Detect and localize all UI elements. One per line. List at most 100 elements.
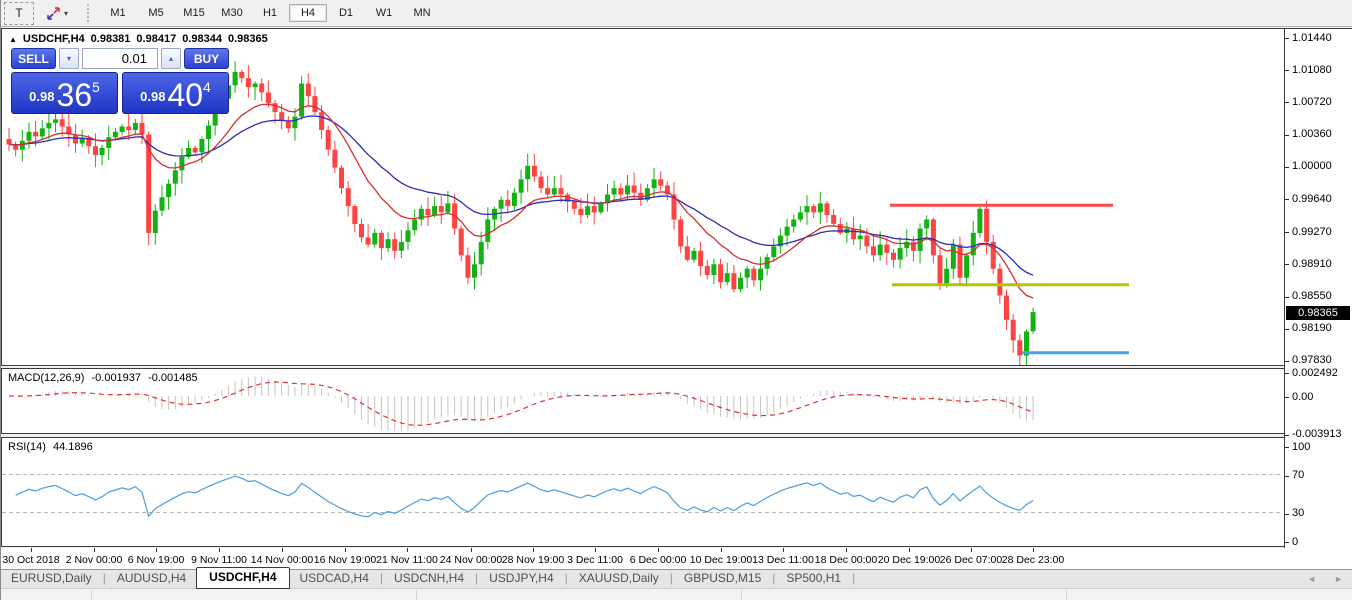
candle-body xyxy=(153,211,158,233)
time-tick-label: 6 Dec 00:00 xyxy=(630,554,687,566)
candle-body xyxy=(160,197,165,210)
timeframe-button-m15[interactable]: M15 xyxy=(175,4,213,22)
candle-body xyxy=(592,206,597,212)
macd-tick xyxy=(1285,435,1289,436)
time-tick xyxy=(156,548,157,552)
lot-size-input[interactable]: 0.01 xyxy=(82,48,158,69)
price-tick xyxy=(1285,167,1289,168)
candle-body xyxy=(166,184,171,197)
buy-button[interactable]: BUY xyxy=(184,48,229,69)
candle-body xyxy=(984,209,989,242)
tab-xauusd-daily[interactable]: XAUUSD,Daily xyxy=(569,569,669,588)
candle-body xyxy=(805,206,810,212)
price-tick xyxy=(1285,264,1289,265)
timeframe-button-m30[interactable]: M30 xyxy=(213,4,251,22)
time-tick-label: 6 Nov 19:00 xyxy=(128,554,185,566)
candle-body xyxy=(199,139,204,152)
tab-gbpusd-m15[interactable]: GBPUSD,M15 xyxy=(674,569,771,588)
price-tick-label: 0.98550 xyxy=(1292,290,1332,302)
price-axis[interactable]: 0.98365 1.014401.010801.007201.003601.00… xyxy=(1284,28,1352,548)
buy-price-base: 0.98 xyxy=(140,89,165,104)
rsi-indicator-panel[interactable]: RSI(14) 44.1896 xyxy=(1,437,1284,547)
timeframe-button-w1[interactable]: W1 xyxy=(365,4,403,22)
rsi-tick-label: 0 xyxy=(1292,536,1298,548)
candle-body xyxy=(692,251,697,260)
toolbar-grip[interactable] xyxy=(87,4,94,22)
text-label-tool-button[interactable]: T xyxy=(4,2,34,25)
rsi-line xyxy=(16,476,1033,517)
candle-body xyxy=(286,121,291,128)
candle-body xyxy=(798,212,803,219)
candle-body xyxy=(545,188,550,194)
triangle-down-icon: ▾ xyxy=(67,54,71,63)
tab-sp500-h1[interactable]: SP500,H1 xyxy=(776,569,851,588)
time-tick-label: 30 Oct 2018 xyxy=(2,554,59,566)
lot-increase-button[interactable]: ▴ xyxy=(161,48,181,69)
time-tick xyxy=(595,548,596,552)
macd-signal-line xyxy=(9,382,1033,425)
sell-price-button[interactable]: 0.98 36 5 xyxy=(11,72,118,114)
time-tick-label: 2 Nov 00:00 xyxy=(66,554,123,566)
candle-body xyxy=(33,132,38,137)
candle-body xyxy=(851,229,856,240)
tab-usdchf-h4[interactable]: USDCHF,H4 xyxy=(196,567,289,589)
candle-body xyxy=(326,130,331,150)
arrow-objects-button[interactable]: ▾ xyxy=(36,3,78,24)
time-tick-label: 16 Nov 19:00 xyxy=(314,554,376,566)
candle-body xyxy=(685,246,690,259)
timeframe-button-mn[interactable]: MN xyxy=(403,4,441,22)
candle-body xyxy=(266,93,271,104)
buy-price-button[interactable]: 0.98 40 4 xyxy=(122,72,229,114)
arrow-objects-icon xyxy=(46,6,61,21)
macd-tick xyxy=(1285,373,1289,374)
candle-body xyxy=(831,215,836,224)
candle-body xyxy=(27,132,32,141)
candle-body xyxy=(891,253,896,260)
scroll-right-icon[interactable]: ► xyxy=(1334,574,1343,584)
candle-body xyxy=(718,264,723,282)
candle-body xyxy=(359,224,364,237)
candle-body xyxy=(505,200,510,206)
candle-body xyxy=(1004,296,1009,320)
text-tool-icon: T xyxy=(15,6,22,20)
time-tick xyxy=(407,548,408,552)
timeframe-button-m5[interactable]: M5 xyxy=(137,4,175,22)
sell-button[interactable]: SELL xyxy=(11,48,56,69)
candle-body xyxy=(140,123,145,135)
tab-audusd-h4[interactable]: AUDUSD,H4 xyxy=(107,569,196,588)
time-tick-label: 3 Dec 11:00 xyxy=(567,554,623,566)
price-tick-label: 0.99270 xyxy=(1292,226,1332,238)
candle-body xyxy=(559,188,564,194)
tab-eurusd-daily[interactable]: EURUSD,Daily xyxy=(1,569,102,588)
time-tick-label: 28 Nov 19:00 xyxy=(502,554,564,566)
time-tick-label: 21 Nov 11:00 xyxy=(376,554,438,566)
time-tick xyxy=(533,548,534,552)
rsi-tick xyxy=(1285,542,1289,543)
candle-body xyxy=(858,236,863,240)
candle-body xyxy=(977,209,982,233)
time-tick xyxy=(94,548,95,552)
candle-body xyxy=(386,239,391,248)
candle-body xyxy=(771,246,776,257)
tab-usdcad-h4[interactable]: USDCAD,H4 xyxy=(290,569,379,588)
lot-decrease-button[interactable]: ▾ xyxy=(59,48,79,69)
tab-usdcnh-h4[interactable]: USDCNH,H4 xyxy=(384,569,474,588)
timeframe-button-d1[interactable]: D1 xyxy=(327,4,365,22)
time-tick xyxy=(846,548,847,552)
price-tick-label: 0.98910 xyxy=(1292,258,1332,270)
price-chart-panel[interactable]: ▲ USDCHF,H4 0.98381 0.98417 0.98344 0.98… xyxy=(1,28,1284,366)
candle-body xyxy=(711,264,716,275)
timeframe-button-h4[interactable]: H4 xyxy=(289,4,327,22)
price-tick xyxy=(1285,297,1289,298)
timeframe-button-h1[interactable]: H1 xyxy=(251,4,289,22)
candle-body xyxy=(698,251,703,266)
candle-body xyxy=(306,84,311,97)
time-tick xyxy=(282,548,283,552)
macd-indicator-panel[interactable]: MACD(12,26,9) -0.001937 -0.001485 xyxy=(1,368,1284,434)
time-tick xyxy=(1033,548,1034,552)
scroll-left-icon[interactable]: ◄ xyxy=(1307,574,1316,584)
timeframe-button-m1[interactable]: M1 xyxy=(99,4,137,22)
time-axis[interactable]: 30 Oct 20182 Nov 00:006 Nov 19:009 Nov 1… xyxy=(1,548,1352,569)
tab-usdjpy-h4[interactable]: USDJPY,H4 xyxy=(479,569,563,588)
candle-body xyxy=(751,269,756,281)
